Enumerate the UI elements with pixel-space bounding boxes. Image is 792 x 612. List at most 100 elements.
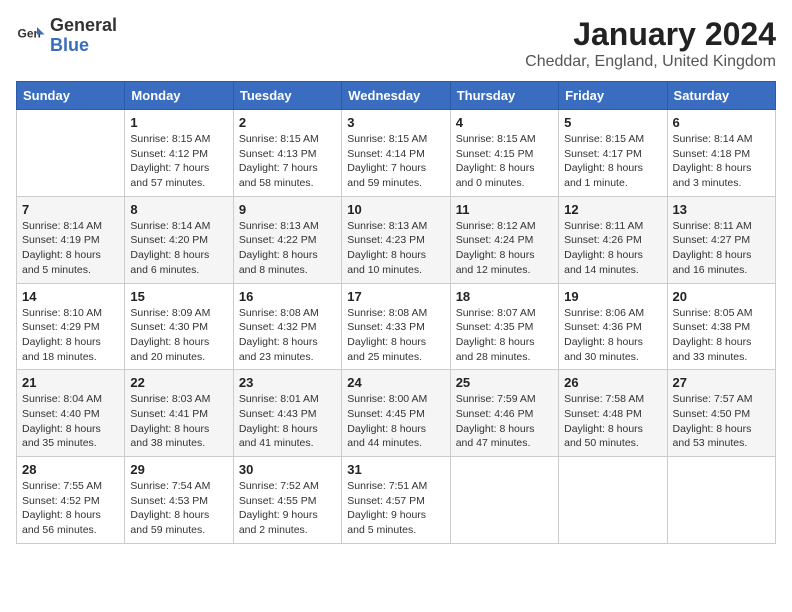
day-number: 2: [239, 115, 336, 130]
calendar-cell: 4 Sunrise: 8:15 AM Sunset: 4:15 PM Daylig…: [450, 110, 558, 197]
calendar-cell: 20 Sunrise: 8:05 AM Sunset: 4:38 PM Dayli…: [667, 283, 775, 370]
calendar-cell: 12 Sunrise: 8:11 AM Sunset: 4:26 PM Dayli…: [559, 196, 667, 283]
main-title: January 2024: [525, 16, 776, 53]
column-header-sunday: Sunday: [17, 82, 125, 110]
day-info: Sunrise: 8:14 AM Sunset: 4:20 PM Dayligh…: [130, 219, 227, 278]
calendar-cell: 15Sunrise: 8:09 AM Sunset: 4:30 PM Dayli…: [125, 283, 233, 370]
calendar-cell: 22 Sunrise: 8:03 AM Sunset: 4:41 PM Dayli…: [125, 370, 233, 457]
calendar-cell: 24Sunrise: 8:00 AM Sunset: 4:45 PM Dayli…: [342, 370, 450, 457]
day-info: Sunrise: 8:11 AM Sunset: 4:26 PM Dayligh…: [564, 219, 661, 278]
calendar-cell: 29 Sunrise: 7:54 AM Sunset: 4:53 PM Dayli…: [125, 457, 233, 544]
week-row-5: 28Sunrise: 7:55 AM Sunset: 4:52 PM Dayli…: [17, 457, 776, 544]
calendar-cell: 1 Sunrise: 8:15 AM Sunset: 4:12 PM Daylig…: [125, 110, 233, 197]
day-number: 14: [22, 289, 119, 304]
column-header-wednesday: Wednesday: [342, 82, 450, 110]
day-info: Sunrise: 7:55 AM Sunset: 4:52 PM Dayligh…: [22, 479, 119, 538]
day-number: 15: [130, 289, 227, 304]
day-info: Sunrise: 8:15 AM Sunset: 4:14 PM Dayligh…: [347, 132, 444, 191]
day-info: Sunrise: 8:07 AM Sunset: 4:35 PM Dayligh…: [456, 306, 553, 365]
week-row-3: 14 Sunrise: 8:10 AM Sunset: 4:29 PM Dayli…: [17, 283, 776, 370]
calendar-cell: 8 Sunrise: 8:14 AM Sunset: 4:20 PM Daylig…: [125, 196, 233, 283]
calendar-cell: 11 Sunrise: 8:12 AM Sunset: 4:24 PM Dayli…: [450, 196, 558, 283]
day-info: Sunrise: 8:01 AM Sunset: 4:43 PM Dayligh…: [239, 392, 336, 451]
day-info: Sunrise: 8:03 AM Sunset: 4:41 PM Dayligh…: [130, 392, 227, 451]
day-info: Sunrise: 7:59 AM Sunset: 4:46 PM Dayligh…: [456, 392, 553, 451]
calendar-cell: 17 Sunrise: 8:08 AM Sunset: 4:33 PM Dayli…: [342, 283, 450, 370]
calendar-cell: 18 Sunrise: 8:07 AM Sunset: 4:35 PM Dayli…: [450, 283, 558, 370]
week-row-2: 7 Sunrise: 8:14 AM Sunset: 4:19 PM Daylig…: [17, 196, 776, 283]
day-number: 4: [456, 115, 553, 130]
logo-blue-text: Blue: [50, 36, 117, 56]
day-info: Sunrise: 7:54 AM Sunset: 4:53 PM Dayligh…: [130, 479, 227, 538]
calendar-cell: 14 Sunrise: 8:10 AM Sunset: 4:29 PM Dayli…: [17, 283, 125, 370]
logo: Gen General Blue: [16, 16, 117, 56]
calendar-cell: 3 Sunrise: 8:15 AM Sunset: 4:14 PM Daylig…: [342, 110, 450, 197]
calendar-cell: 19Sunrise: 8:06 AM Sunset: 4:36 PM Dayli…: [559, 283, 667, 370]
calendar-cell: [667, 457, 775, 544]
logo-icon: Gen: [16, 21, 46, 51]
day-info: Sunrise: 8:05 AM Sunset: 4:38 PM Dayligh…: [673, 306, 770, 365]
week-row-1: 1 Sunrise: 8:15 AM Sunset: 4:12 PM Daylig…: [17, 110, 776, 197]
calendar-cell: 25Sunrise: 7:59 AM Sunset: 4:46 PM Dayli…: [450, 370, 558, 457]
day-info: Sunrise: 8:08 AM Sunset: 4:32 PM Dayligh…: [239, 306, 336, 365]
calendar-cell: 28Sunrise: 7:55 AM Sunset: 4:52 PM Dayli…: [17, 457, 125, 544]
day-number: 18: [456, 289, 553, 304]
day-number: 12: [564, 202, 661, 217]
day-info: Sunrise: 8:13 AM Sunset: 4:23 PM Dayligh…: [347, 219, 444, 278]
calendar-cell: 10Sunrise: 8:13 AM Sunset: 4:23 PM Dayli…: [342, 196, 450, 283]
day-number: 26: [564, 375, 661, 390]
day-info: Sunrise: 8:14 AM Sunset: 4:18 PM Dayligh…: [673, 132, 770, 191]
day-info: Sunrise: 8:04 AM Sunset: 4:40 PM Dayligh…: [22, 392, 119, 451]
day-info: Sunrise: 8:06 AM Sunset: 4:36 PM Dayligh…: [564, 306, 661, 365]
column-header-friday: Friday: [559, 82, 667, 110]
day-info: Sunrise: 8:12 AM Sunset: 4:24 PM Dayligh…: [456, 219, 553, 278]
day-info: Sunrise: 7:58 AM Sunset: 4:48 PM Dayligh…: [564, 392, 661, 451]
day-info: Sunrise: 8:15 AM Sunset: 4:15 PM Dayligh…: [456, 132, 553, 191]
sub-title: Cheddar, England, United Kingdom: [525, 53, 776, 71]
column-header-monday: Monday: [125, 82, 233, 110]
column-header-saturday: Saturday: [667, 82, 775, 110]
day-info: Sunrise: 8:15 AM Sunset: 4:17 PM Dayligh…: [564, 132, 661, 191]
day-info: Sunrise: 7:51 AM Sunset: 4:57 PM Dayligh…: [347, 479, 444, 538]
day-number: 23: [239, 375, 336, 390]
header: Gen General Blue January 2024 Cheddar, E…: [16, 16, 776, 71]
day-number: 22: [130, 375, 227, 390]
day-info: Sunrise: 8:00 AM Sunset: 4:45 PM Dayligh…: [347, 392, 444, 451]
day-number: 8: [130, 202, 227, 217]
title-area: January 2024 Cheddar, England, United Ki…: [525, 16, 776, 71]
calendar-cell: 6Sunrise: 8:14 AM Sunset: 4:18 PM Daylig…: [667, 110, 775, 197]
day-info: Sunrise: 8:15 AM Sunset: 4:12 PM Dayligh…: [130, 132, 227, 191]
day-info: Sunrise: 7:52 AM Sunset: 4:55 PM Dayligh…: [239, 479, 336, 538]
day-info: Sunrise: 8:14 AM Sunset: 4:19 PM Dayligh…: [22, 219, 119, 278]
calendar-cell: [559, 457, 667, 544]
day-number: 3: [347, 115, 444, 130]
calendar-cell: 26 Sunrise: 7:58 AM Sunset: 4:48 PM Dayli…: [559, 370, 667, 457]
calendar-cell: 13Sunrise: 8:11 AM Sunset: 4:27 PM Dayli…: [667, 196, 775, 283]
calendar-cell: 9 Sunrise: 8:13 AM Sunset: 4:22 PM Daylig…: [233, 196, 341, 283]
calendar-cell: 16Sunrise: 8:08 AM Sunset: 4:32 PM Dayli…: [233, 283, 341, 370]
calendar-cell: 30Sunrise: 7:52 AM Sunset: 4:55 PM Dayli…: [233, 457, 341, 544]
calendar-cell: 31Sunrise: 7:51 AM Sunset: 4:57 PM Dayli…: [342, 457, 450, 544]
day-number: 29: [130, 462, 227, 477]
calendar-table: SundayMondayTuesdayWednesdayThursdayFrid…: [16, 81, 776, 544]
calendar-cell: 5Sunrise: 8:15 AM Sunset: 4:17 PM Daylig…: [559, 110, 667, 197]
day-number: 9: [239, 202, 336, 217]
day-info: Sunrise: 8:13 AM Sunset: 4:22 PM Dayligh…: [239, 219, 336, 278]
day-info: Sunrise: 8:08 AM Sunset: 4:33 PM Dayligh…: [347, 306, 444, 365]
week-row-4: 21Sunrise: 8:04 AM Sunset: 4:40 PM Dayli…: [17, 370, 776, 457]
calendar-cell: 7 Sunrise: 8:14 AM Sunset: 4:19 PM Daylig…: [17, 196, 125, 283]
calendar-body: 1 Sunrise: 8:15 AM Sunset: 4:12 PM Daylig…: [17, 110, 776, 544]
calendar-cell: 23 Sunrise: 8:01 AM Sunset: 4:43 PM Dayli…: [233, 370, 341, 457]
day-number: 13: [673, 202, 770, 217]
calendar-cell: [450, 457, 558, 544]
day-number: 11: [456, 202, 553, 217]
day-info: Sunrise: 8:10 AM Sunset: 4:29 PM Dayligh…: [22, 306, 119, 365]
day-number: 1: [130, 115, 227, 130]
calendar-cell: 2Sunrise: 8:15 AM Sunset: 4:13 PM Daylig…: [233, 110, 341, 197]
day-number: 7: [22, 202, 119, 217]
calendar-header: SundayMondayTuesdayWednesdayThursdayFrid…: [17, 82, 776, 110]
calendar-cell: [17, 110, 125, 197]
day-number: 17: [347, 289, 444, 304]
day-number: 20: [673, 289, 770, 304]
column-header-tuesday: Tuesday: [233, 82, 341, 110]
